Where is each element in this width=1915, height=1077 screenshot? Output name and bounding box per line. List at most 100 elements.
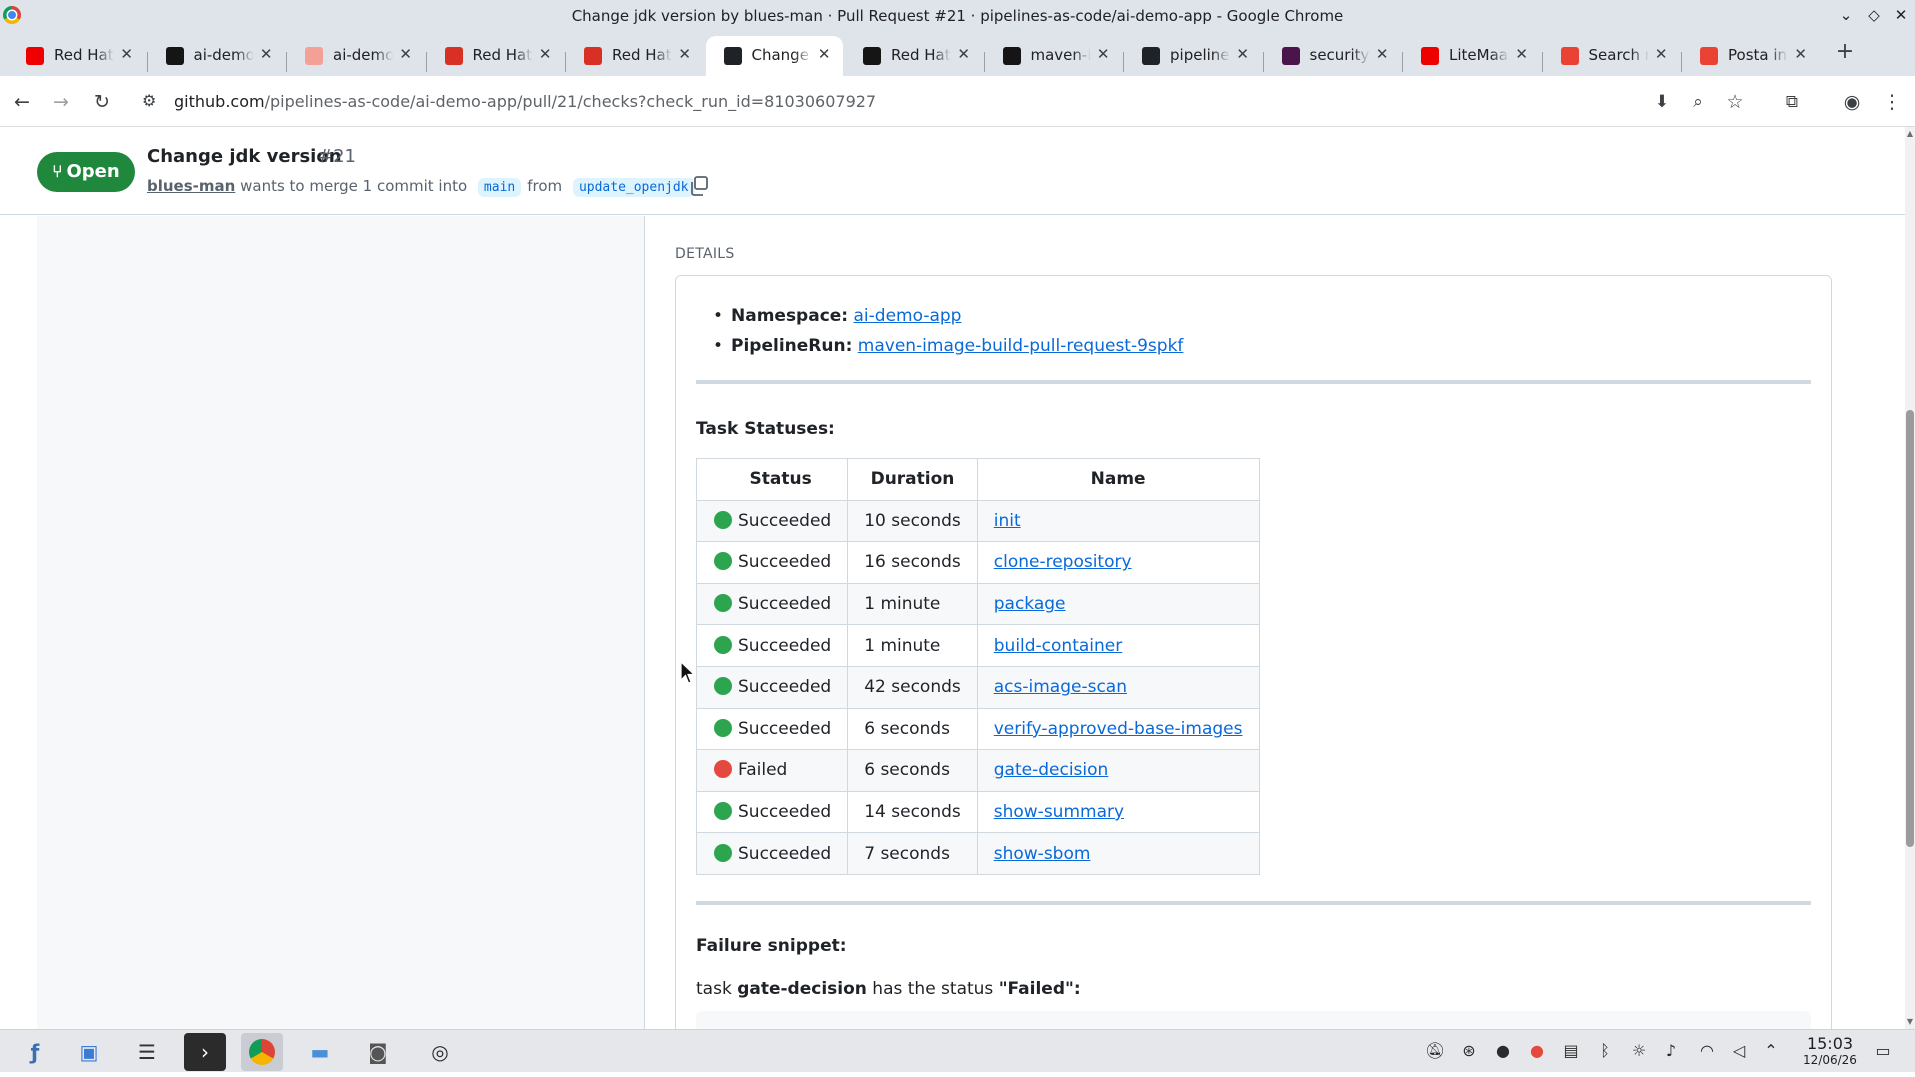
notifications-off-icon[interactable]: 🔕︎ <box>1425 1041 1445 1061</box>
browser-tab[interactable]: security ✕ <box>1264 36 1401 76</box>
name-cell: acs-image-scan <box>976 665 1260 709</box>
window-titlebar: Change jdk version by blues-man · Pull R… <box>0 0 1915 30</box>
recording-icon[interactable]: ● <box>1527 1041 1547 1061</box>
chrome-app-icon[interactable] <box>241 1033 283 1071</box>
minimize-icon[interactable]: ⌄ <box>1836 5 1856 25</box>
tab-close-icon[interactable]: ✕ <box>678 45 691 63</box>
settings-app-icon[interactable]: ☰ <box>126 1033 168 1071</box>
task-name-link[interactable]: show-summary <box>994 802 1124 822</box>
tab-close-icon[interactable]: ✕ <box>1097 45 1110 63</box>
avatar-icon <box>305 47 323 65</box>
task-name-link[interactable]: build-container <box>994 636 1123 656</box>
brightness-icon[interactable]: ☼ <box>1629 1041 1649 1061</box>
task-name-link[interactable]: clone-repository <box>994 552 1132 572</box>
close-window-icon[interactable]: ✕ <box>1891 5 1911 25</box>
table-row: Succeeded 16 seconds clone-repository <box>695 541 1260 584</box>
base-branch[interactable]: main <box>477 178 522 197</box>
menu-kebab-icon[interactable]: ⋮ <box>1879 89 1905 115</box>
tab-label: ai-demo <box>333 46 393 64</box>
copy-branch-icon[interactable] <box>688 175 710 197</box>
tab-close-icon[interactable]: ✕ <box>957 45 970 63</box>
install-app-icon[interactable]: ⬇ <box>1649 89 1675 115</box>
site-info-icon[interactable]: ⚙ <box>142 91 156 110</box>
clock-date[interactable]: 12/06/26 <box>1800 1053 1860 1067</box>
browser-tab[interactable]: Red Hat ✕ <box>427 36 564 76</box>
succeeded-status-icon <box>714 635 732 654</box>
browser-tab[interactable]: Posta in ✕ <box>1682 36 1819 76</box>
clipboard-icon[interactable]: ▤ <box>1561 1041 1581 1061</box>
name-cell: gate-decision <box>976 749 1260 792</box>
tab-close-icon[interactable]: ✕ <box>260 45 273 63</box>
tab-close-icon[interactable]: ✕ <box>818 45 831 63</box>
tab-close-icon[interactable]: ✕ <box>1376 45 1389 63</box>
scroll-up-icon[interactable]: ▲ <box>1906 129 1914 138</box>
duration-cell: 42 seconds <box>847 665 978 709</box>
browser-tab[interactable]: Red Hat ✕ <box>8 36 145 76</box>
show-desktop-icon[interactable]: ▭ <box>1873 1041 1893 1061</box>
scroll-down-icon[interactable]: ▼ <box>1906 1017 1914 1026</box>
scrollbar-thumb[interactable] <box>1906 410 1914 847</box>
wifi-icon[interactable]: ◠ <box>1697 1041 1717 1061</box>
tab-close-icon[interactable]: ✕ <box>399 45 412 63</box>
tab-close-icon[interactable]: ✕ <box>1515 45 1528 63</box>
zoom-icon[interactable]: ⌕ <box>1685 89 1711 115</box>
vpn-icon[interactable]: ⊛ <box>1459 1041 1479 1061</box>
app-icon <box>165 47 184 65</box>
page-scrollbar[interactable]: ▲ ▼ <box>1905 127 1915 1029</box>
reload-icon[interactable]: ↻ <box>89 89 115 115</box>
new-tab-button[interactable]: + <box>1831 38 1859 66</box>
head-branch[interactable]: update_openjdk <box>572 178 695 197</box>
tab-close-icon[interactable]: ✕ <box>1655 45 1668 63</box>
task-name-link[interactable]: verify-approved-base-images <box>994 719 1243 739</box>
fedora-launcher-icon[interactable]: ƒ <box>14 1033 56 1071</box>
back-icon[interactable]: ← <box>9 89 35 115</box>
browser-tab[interactable]: maven-i ✕ <box>985 36 1122 76</box>
browser-tab[interactable]: Red Hat ✕ <box>566 36 703 76</box>
tab-label: Posta in <box>1728 46 1788 64</box>
browser-tab[interactable]: ai-demo ✕ <box>287 36 424 76</box>
os-taskbar: ƒ ▣ ☰ › ▬ ◙ ◎ 🔕︎ ⊛ ● ● ▤ ᛒ ☼ ♪ ◠ ◁ ⌃ 15:… <box>0 1029 1915 1072</box>
pipelinerun-key: PipelineRun: <box>731 336 853 356</box>
clock-time[interactable]: 15:03 <box>1800 1034 1860 1053</box>
obs-app-icon[interactable]: ◎ <box>419 1033 461 1071</box>
gmail-icon <box>1560 47 1579 65</box>
maximize-icon[interactable]: ◇ <box>1864 5 1884 25</box>
address-bar[interactable]: ⚙ github.com/pipelines-as-code/ai-demo-a… <box>132 84 1706 120</box>
browser-tab[interactable]: Red Hat ✕ <box>845 36 982 76</box>
browser-tab[interactable]: LiteMaa ✕ <box>1403 36 1540 76</box>
namespace-link[interactable]: ai-demo-app <box>854 306 962 326</box>
task-name-link[interactable]: package <box>994 594 1066 614</box>
task-name-link[interactable]: gate-decision <box>994 760 1109 780</box>
tab-close-icon[interactable]: ✕ <box>1794 45 1807 63</box>
obs-tray-icon[interactable]: ● <box>1493 1041 1513 1061</box>
name-cell: verify-approved-base-images <box>976 707 1260 751</box>
url-text[interactable]: github.com/pipelines-as-code/ai-demo-app… <box>174 92 876 111</box>
forward-icon[interactable]: → <box>48 89 74 115</box>
tab-close-icon[interactable]: ✕ <box>120 45 133 63</box>
extensions-icon[interactable]: ⧉ <box>1779 89 1805 115</box>
bookmark-star-icon[interactable]: ☆ <box>1722 89 1748 115</box>
tab-close-icon[interactable]: ✕ <box>539 45 552 63</box>
volume-icon[interactable]: ◁ <box>1729 1041 1749 1061</box>
microphone-icon[interactable]: ♪ <box>1661 1041 1681 1061</box>
profile-icon[interactable]: ◉ <box>1839 89 1865 115</box>
failure-snippet-title: Failure snippet: <box>696 936 847 956</box>
task-name-link[interactable]: show-sbom <box>994 844 1091 864</box>
terminal-app-icon[interactable]: › <box>184 1033 226 1071</box>
status-cell: Succeeded <box>695 624 849 667</box>
software-store-icon[interactable]: ▣ <box>68 1033 110 1071</box>
bluetooth-icon[interactable]: ᛒ <box>1595 1041 1615 1061</box>
browser-tab[interactable]: Change ✕ <box>705 36 843 76</box>
browser-tab[interactable]: Search r ✕ <box>1543 36 1680 76</box>
browser-tab[interactable]: ai-demo ✕ <box>148 36 285 76</box>
browser-tab[interactable]: pipeline ✕ <box>1124 36 1261 76</box>
tab-close-icon[interactable]: ✕ <box>1236 45 1249 63</box>
pr-author-link[interactable]: blues-man <box>147 177 235 195</box>
task-name-link[interactable]: acs-image-scan <box>994 677 1127 697</box>
screenshot-app-icon[interactable]: ◙ <box>357 1033 399 1071</box>
tray-expand-icon[interactable]: ⌃ <box>1761 1041 1781 1061</box>
namespace-item: Namespace: ai-demo-app <box>713 306 962 326</box>
pipelinerun-link[interactable]: maven-image-build-pull-request-9spkf <box>858 336 1184 356</box>
files-app-icon[interactable]: ▬ <box>299 1033 341 1071</box>
task-name-link[interactable]: init <box>994 511 1021 531</box>
